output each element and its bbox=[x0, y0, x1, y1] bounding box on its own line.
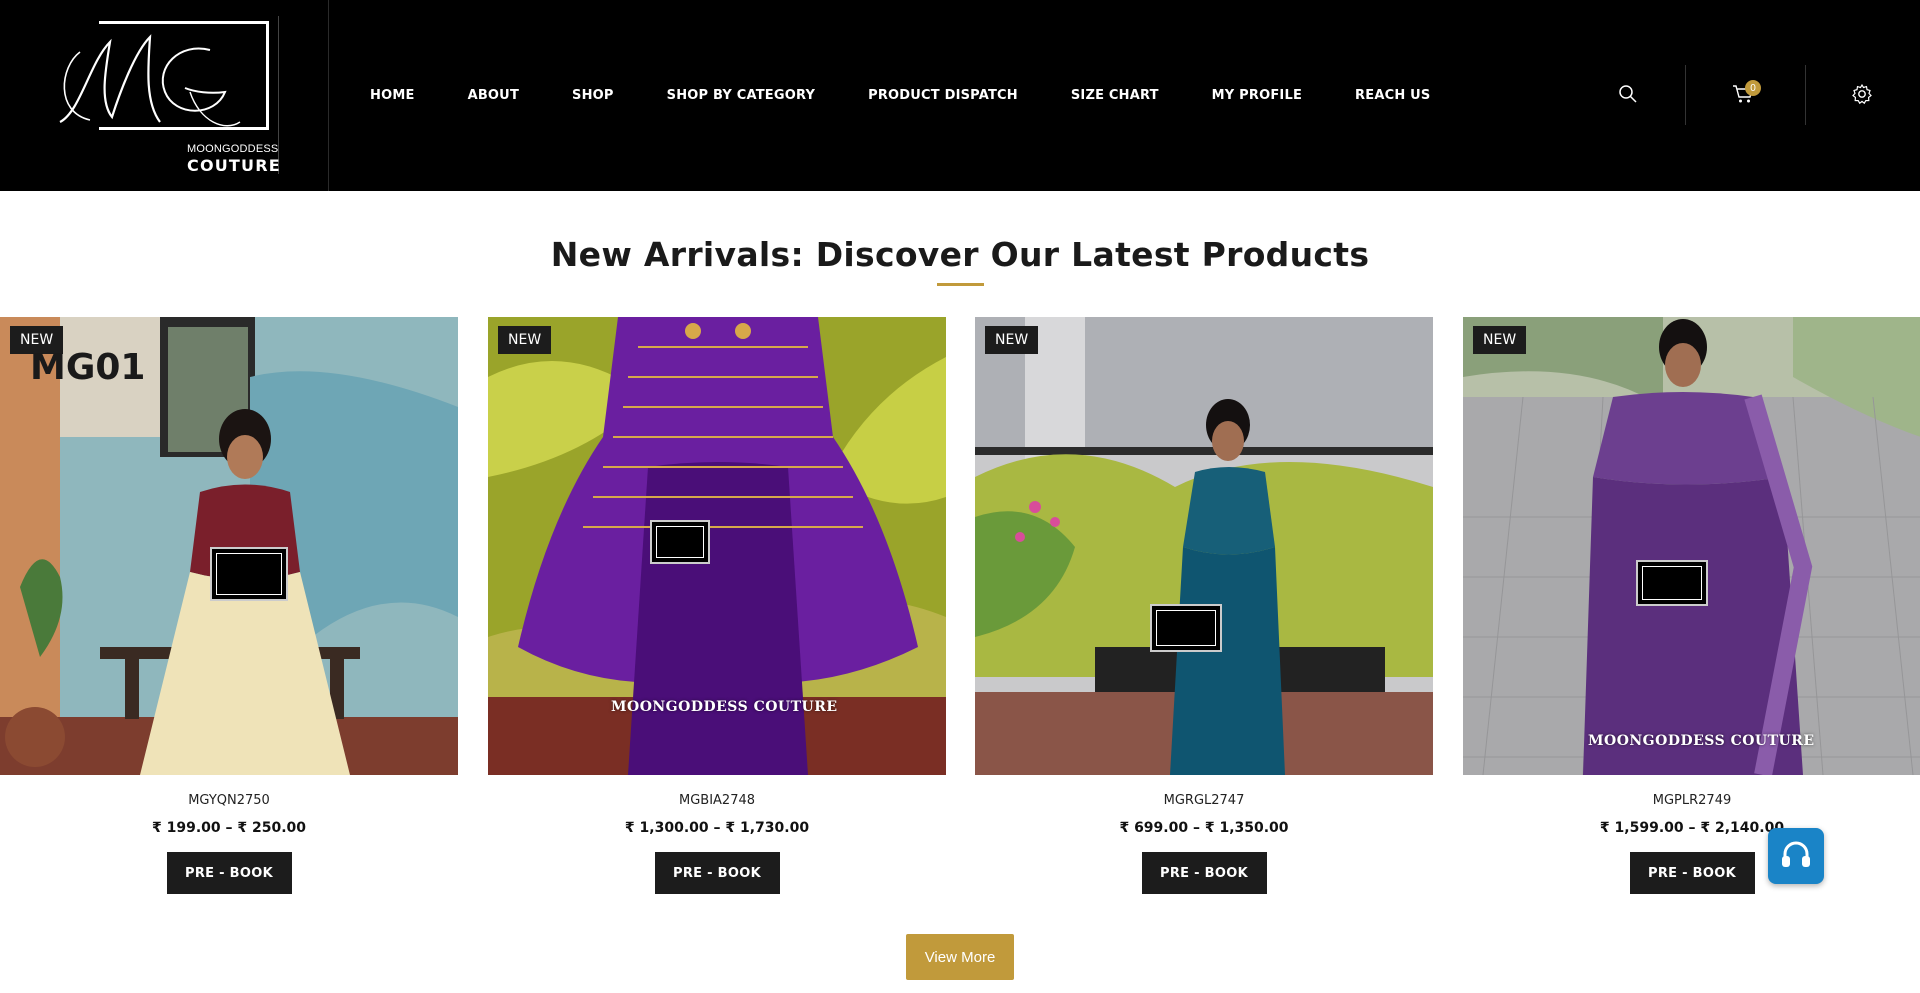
new-badge: NEW bbox=[985, 326, 1039, 354]
gear-icon[interactable] bbox=[1848, 80, 1876, 108]
header-divider bbox=[1805, 65, 1806, 125]
headset-icon bbox=[1782, 841, 1810, 867]
nav-shop[interactable]: SHOP bbox=[572, 88, 614, 103]
brand-watermark: MOONGODDESS COUTURE bbox=[611, 699, 838, 715]
search-icon[interactable] bbox=[1614, 80, 1642, 108]
product-name[interactable]: MGBIA2748 bbox=[488, 793, 946, 808]
view-more-button[interactable]: View More bbox=[906, 934, 1014, 980]
support-chat-button[interactable] bbox=[1768, 828, 1824, 884]
product-image[interactable]: NEW MG01 bbox=[0, 317, 458, 775]
cart-count-badge: 0 bbox=[1745, 80, 1761, 96]
nav-home[interactable]: HOME bbox=[370, 88, 415, 103]
pre-book-button[interactable]: PRE - BOOK bbox=[654, 852, 780, 894]
main-nav: HOME ABOUT SHOP SHOP BY CATEGORY PRODUCT… bbox=[370, 0, 1483, 191]
product-card: NEW MOONGODDESS COUTURE MGPLR2749 ₹ 1,59… bbox=[1463, 317, 1920, 894]
header-divider bbox=[1685, 65, 1686, 125]
watermark-logo-icon bbox=[210, 547, 288, 601]
nav-about[interactable]: ABOUT bbox=[468, 88, 519, 103]
watermark-logo-icon bbox=[1636, 560, 1708, 606]
pre-book-button[interactable]: PRE - BOOK bbox=[1141, 852, 1267, 894]
new-badge: NEW bbox=[498, 326, 552, 354]
nav-product-dispatch[interactable]: PRODUCT DISPATCH bbox=[868, 88, 1018, 103]
product-name[interactable]: MGYQN2750 bbox=[0, 793, 458, 808]
pre-book-button[interactable]: PRE - BOOK bbox=[166, 852, 292, 894]
logo-text-line2: COUTURE bbox=[187, 156, 281, 175]
product-image[interactable]: NEW MOONGODDESS COUTURE bbox=[488, 317, 946, 775]
nav-reach-us[interactable]: REACH US bbox=[1355, 88, 1430, 103]
pre-book-button[interactable]: PRE - BOOK bbox=[1629, 852, 1755, 894]
product-image[interactable]: NEW bbox=[975, 317, 1433, 775]
product-card: NEW MG01 MGYQN2750 ₹ 199.00 – ₹ 250.00 P… bbox=[0, 317, 458, 894]
logo-monogram-icon bbox=[59, 34, 241, 127]
product-price: ₹ 199.00 – ₹ 250.00 bbox=[151, 820, 307, 836]
product-card: NEW MGRGL2747 ₹ 699.00 – ₹ 1,350.00 PRE … bbox=[975, 317, 1433, 894]
product-name[interactable]: MGRGL2747 bbox=[975, 793, 1433, 808]
watermark-logo-icon bbox=[650, 520, 710, 564]
watermark-logo-icon bbox=[1150, 604, 1222, 652]
brand-watermark: MOONGODDESS COUTURE bbox=[1588, 733, 1815, 749]
logo-text-line1: MOONGODDESS bbox=[187, 143, 279, 155]
product-price: ₹ 699.00 – ₹ 1,350.00 bbox=[1119, 820, 1289, 836]
logo-link[interactable]: MOONGODDESS COUTURE bbox=[0, 0, 329, 191]
product-price: ₹ 1,599.00 – ₹ 2,140.00 bbox=[1599, 820, 1785, 836]
new-badge: NEW bbox=[1473, 326, 1527, 354]
product-name[interactable]: MGPLR2749 bbox=[1463, 793, 1920, 808]
section-title: New Arrivals: Discover Our Latest Produc… bbox=[550, 235, 1370, 274]
product-image[interactable]: NEW MOONGODDESS COUTURE bbox=[1463, 317, 1920, 775]
product-card: NEW MOONGODDESS COUTURE MGBIA2748 ₹ 1,30… bbox=[488, 317, 946, 894]
title-underline bbox=[937, 283, 984, 286]
site-header: MOONGODDESS COUTURE HOME ABOUT SHOP SHOP… bbox=[0, 0, 1920, 191]
nav-my-profile[interactable]: MY PROFILE bbox=[1212, 88, 1302, 103]
nav-size-chart[interactable]: SIZE CHART bbox=[1071, 88, 1159, 103]
product-code-overlay: MG01 bbox=[30, 347, 146, 388]
nav-shop-by-category[interactable]: SHOP BY CATEGORY bbox=[667, 88, 815, 103]
product-price: ₹ 1,300.00 – ₹ 1,730.00 bbox=[624, 820, 810, 836]
